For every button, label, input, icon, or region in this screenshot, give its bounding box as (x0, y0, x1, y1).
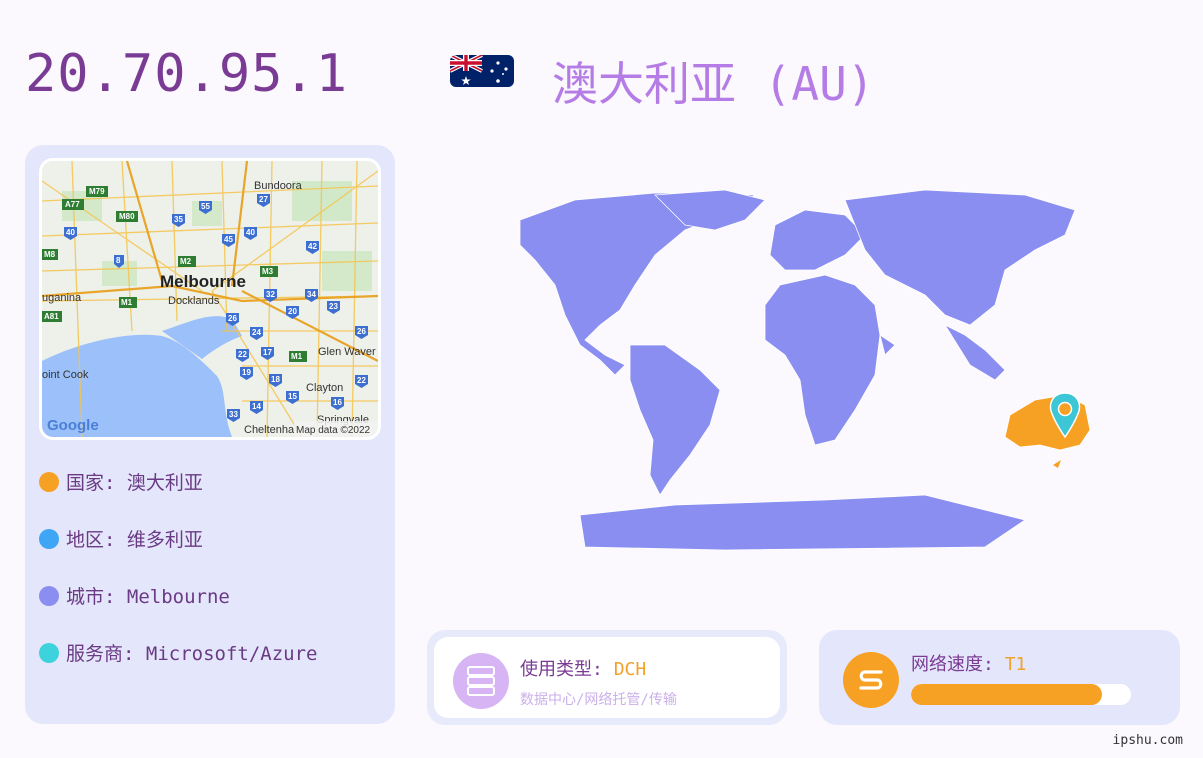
speed-card: 网络速度: T1 (819, 630, 1180, 725)
map-place-label: Bundoora (254, 180, 303, 192)
info-city-label: 城市: Melbourne (66, 586, 230, 608)
route-number: 42 (308, 242, 317, 251)
route-number: 19 (242, 368, 251, 377)
info-country-label: 国家: 澳大利亚 (66, 472, 203, 494)
country-dot-icon (39, 471, 59, 492)
route-number: 32 (266, 290, 275, 299)
map-place-label: oint Cook (42, 369, 89, 381)
map-place-label: Glen Waver (318, 346, 376, 358)
route-number: 27 (259, 195, 268, 204)
route-number: 17 (263, 348, 272, 357)
usage-inner: 使用类型: DCH 数据中心/网络托管/传输 (434, 637, 780, 718)
info-region-label: 地区: 维多利亚 (66, 529, 203, 551)
route-number: 16 (333, 398, 342, 407)
road-label: M2 (180, 257, 192, 266)
world-map (425, 175, 1165, 565)
route-number: 22 (357, 376, 366, 385)
location-card: Melbourne Bundoora Docklands Glen Waver … (25, 145, 395, 724)
route-number: 22 (238, 350, 247, 359)
road-label: A81 (44, 312, 59, 321)
route-number: 34 (307, 290, 316, 299)
region-dot-icon (39, 528, 59, 549)
map-place-label: uganina (42, 292, 82, 304)
ip-address: 20.70.95.1 (25, 44, 349, 104)
route-number: 20 (288, 307, 297, 316)
route-number: 8 (116, 256, 121, 265)
site-watermark: ipshu.com (1112, 733, 1183, 748)
usage-type-description: 数据中心/网络托管/传输 (520, 692, 677, 708)
route-number: 26 (228, 314, 237, 323)
tasmania-highlight (1053, 460, 1061, 468)
australia-flag-icon (450, 55, 514, 87)
route-number: 15 (288, 392, 297, 401)
road-label: M79 (89, 187, 105, 196)
network-speed-value: T1 (1004, 654, 1027, 675)
map-place-label: Docklands (168, 295, 220, 307)
route-number: 33 (229, 410, 238, 419)
route-number: 26 (357, 327, 366, 336)
info-provider: 服务商: Microsoft/Azure (39, 639, 317, 666)
info-provider-label: 服务商: Microsoft/Azure (66, 643, 318, 665)
map-place-label: Clayton (306, 382, 343, 394)
route-number: 40 (66, 228, 75, 237)
road-label: M1 (121, 298, 133, 307)
route-number: 55 (201, 202, 210, 211)
road-label: A77 (65, 200, 80, 209)
speed-bar (911, 684, 1131, 705)
server-icon (453, 653, 509, 709)
network-speed-title: 网络速度: (911, 654, 1005, 675)
info-country: 国家: 澳大利亚 (39, 468, 203, 495)
speed-bar-fill (911, 684, 1103, 705)
route-number: 35 (174, 215, 183, 224)
network-speed: 网络速度: T1 (911, 650, 1026, 676)
usage-type-title: 使用类型: (520, 659, 614, 680)
info-region: 地区: 维多利亚 (39, 525, 203, 552)
speed-icon (843, 652, 899, 708)
country-title: 澳大利亚 (AU) (552, 57, 875, 111)
road-label: M80 (119, 212, 135, 221)
road-label: M8 (44, 250, 56, 259)
world-land (519, 189, 1076, 551)
route-number: 18 (271, 375, 280, 384)
provider-dot-icon (39, 642, 59, 663)
route-number: 40 (246, 228, 255, 237)
usage-type: 使用类型: DCH (520, 655, 646, 681)
usage-card: 使用类型: DCH 数据中心/网络托管/传输 (427, 630, 787, 725)
road-label: M1 (291, 352, 303, 361)
map-place-label: Cheltenha (244, 424, 295, 436)
route-number: 24 (252, 328, 261, 337)
google-logo: Google (47, 417, 99, 434)
info-city: 城市: Melbourne (39, 582, 230, 609)
city-map[interactable]: Melbourne Bundoora Docklands Glen Waver … (39, 158, 381, 440)
route-number: 23 (329, 302, 338, 311)
map-city-label: Melbourne (160, 272, 246, 291)
city-dot-icon (39, 585, 59, 606)
road-label: M3 (262, 267, 274, 276)
route-number: 45 (224, 235, 233, 244)
route-number: 14 (252, 402, 261, 411)
map-attribution: Map data ©2022 (296, 425, 371, 436)
usage-type-value: DCH (613, 659, 647, 680)
